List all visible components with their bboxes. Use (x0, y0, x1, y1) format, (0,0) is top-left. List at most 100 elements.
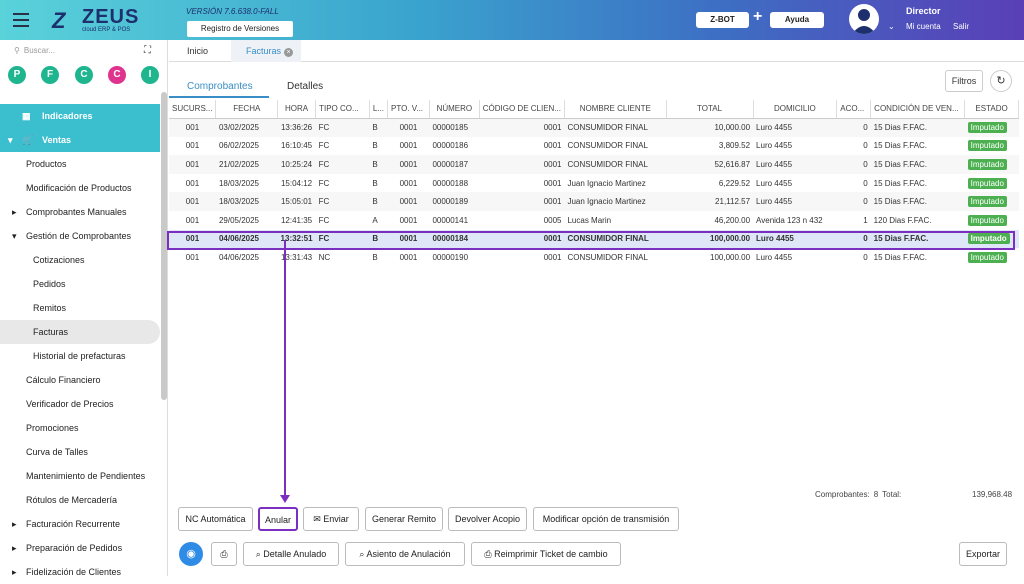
sidebar-item-facturas[interactable]: Facturas (0, 320, 160, 344)
sidebar-search[interactable]: ⚲ Buscar... (10, 46, 150, 60)
col-numero[interactable]: NÚMERO (429, 100, 480, 119)
table-cell: 001 (185, 215, 200, 225)
plus-icon: + (753, 8, 763, 25)
sidebar-item-productos[interactable]: Productos (0, 152, 160, 176)
col-codigo-cliente[interactable]: CÓDIGO DE CLIEN... (479, 100, 565, 119)
table-cell: 0001 (387, 192, 430, 211)
col-domicilio[interactable]: DOMICILIO (753, 100, 838, 119)
cart-icon: 🛒 (22, 135, 34, 145)
table-cell: Avenida 123 n 432 (756, 215, 823, 225)
table-row[interactable]: 001 06/02/2025 16:10:45 FC B 0001 00000186 0001… (169, 137, 1019, 156)
table-cell: Imputado (964, 118, 1019, 137)
mail-icon: ✉ (313, 514, 321, 524)
sidebar-item-label: Indicadores (42, 111, 93, 121)
registro-versiones-button[interactable]: Registro de Versiones (187, 21, 293, 37)
shortcut-i[interactable]: I (141, 66, 159, 84)
sidebar-item-mantenimiento-pendientes[interactable]: Mantenimiento de Pendientes (0, 464, 160, 488)
sidebar-item-curva-talles[interactable]: Curva de Talles (0, 440, 160, 464)
print-button[interactable]: ⎙ (211, 542, 237, 566)
table-cell: 12:41:35 (280, 215, 313, 225)
sidebar-item-verificador-precios[interactable]: Verificador de Precios (0, 392, 160, 416)
col-condicion-venta[interactable]: CONDICIÓN DE VEN... (870, 100, 966, 119)
sidebar-item-rotulos-mercaderia[interactable]: Rótulos de Mercadería (0, 488, 160, 512)
anular-button[interactable]: Anular (258, 507, 298, 531)
table-row[interactable]: 001 18/03/2025 15:04:12 FC B 0001 00000188 0001… (169, 174, 1019, 193)
sidebar-scrollbar[interactable] (161, 92, 167, 400)
sidebar-item-cotizaciones[interactable]: Cotizaciones (0, 248, 160, 272)
zbot-button[interactable]: Z-BOT (696, 12, 749, 28)
col-total[interactable]: TOTAL (666, 100, 754, 119)
sidebar-item-historial-prefacturas[interactable]: Historial de prefacturas (0, 344, 160, 368)
shortcut-f[interactable]: F (41, 66, 59, 84)
col-acopio[interactable]: ACO... (836, 100, 872, 119)
chevron-down-icon[interactable]: ⌄ (888, 22, 895, 31)
sidebar-item-modificacion-productos[interactable]: Modificación de Productos (0, 176, 160, 200)
table-row[interactable]: 001 29/05/2025 12:41:35 FC A 0001 00000141 0005… (169, 211, 1019, 230)
sidebar-item-facturacion-recurrente[interactable]: ▸ Facturación Recurrente (0, 512, 160, 536)
hamburger-menu-icon[interactable] (13, 13, 29, 27)
modificar-transmision-button[interactable]: Modificar opción de transmisión (533, 507, 679, 531)
table-cell: 0001 (399, 252, 418, 262)
subtab-detalles[interactable]: Detalles (287, 81, 323, 92)
shortcut-p[interactable]: P (8, 66, 26, 84)
table-cell: Luro 4455 (756, 178, 793, 188)
reimprimir-ticket-button[interactable]: ⎙ Reimprimir Ticket de cambio (471, 542, 621, 566)
devolver-acopio-button[interactable]: Devolver Acopio (448, 507, 527, 531)
search-input[interactable]: Buscar... (24, 46, 55, 55)
tab-inicio[interactable]: Inicio (187, 40, 227, 62)
table-cell: Luro 4455 (756, 141, 793, 151)
table-cell: Imputado (964, 155, 1019, 174)
sidebar-item-calculo-financiero[interactable]: Cálculo Financiero (0, 368, 160, 392)
salir-link[interactable]: Salir (953, 22, 969, 31)
asiento-anulacion-label: Asiento de Anulación (366, 549, 451, 559)
col-fecha[interactable]: FECHA (215, 100, 279, 119)
sidebar-item-comprobantes-manuales[interactable]: ▸ Comprobantes Manuales (0, 200, 160, 224)
exportar-button[interactable]: Exportar (959, 542, 1007, 566)
filtros-button[interactable]: Filtros (945, 70, 983, 92)
table-cell: FC (315, 155, 370, 174)
eye-icon[interactable]: ◉ (179, 542, 203, 566)
close-tab-icon[interactable]: × (284, 48, 294, 57)
sidebar-item-gestion-comprobantes[interactable]: ▾ Gestión de Comprobantes (0, 224, 160, 248)
zeus-logo-mark: Z (52, 8, 66, 33)
table-cell: 0001 (479, 155, 565, 174)
refresh-icon[interactable]: ↻ (990, 70, 1012, 92)
col-sucursal[interactable]: SUCURS... (169, 100, 217, 119)
ayuda-button[interactable]: Ayuda (770, 12, 824, 28)
table-cell: B (369, 118, 388, 137)
nc-automatica-button[interactable]: NC Automática (178, 507, 253, 531)
table-cell: 0001 (399, 178, 418, 188)
asiento-anulacion-button[interactable]: ⌕ Asiento de Anulación (345, 542, 465, 566)
user-avatar-icon[interactable] (849, 4, 879, 34)
sidebar-item-fidelizacion-clientes[interactable]: ▸ Fidelización de Clientes (0, 560, 160, 584)
col-pto-venta[interactable]: PTO. V... (387, 100, 430, 119)
subtab-comprobantes[interactable]: Comprobantes (187, 81, 253, 92)
table-cell: 001 (185, 252, 200, 262)
table-row[interactable]: 001 03/02/2025 13:36:26 FC B 0001 00000185 0001… (169, 118, 1019, 137)
sidebar-item-promociones[interactable]: Promociones (0, 416, 160, 440)
col-letra[interactable]: L... (369, 100, 389, 119)
table-cell: 15:04:12 (280, 178, 313, 188)
fullscreen-icon[interactable]: ⛶ (144, 45, 151, 56)
col-tipo[interactable]: TIPO CO... (315, 100, 370, 119)
enviar-button[interactable]: ✉ Enviar (303, 507, 359, 531)
generar-remito-button[interactable]: Generar Remito (365, 507, 443, 531)
tab-facturas[interactable]: Facturas × (231, 40, 301, 62)
col-hora[interactable]: HORA (277, 100, 317, 119)
table-row[interactable]: 001 04/06/2025 13:32:51 FC B 0001 00000184 0001… (169, 229, 1019, 249)
col-nombre-cliente[interactable]: NOMBRE CLIENTE (564, 100, 667, 119)
annotation-arrow-head (280, 495, 290, 503)
sidebar-item-preparacion-pedidos[interactable]: ▸ Preparación de Pedidos (0, 536, 160, 560)
mi-cuenta-link[interactable]: Mi cuenta (906, 22, 941, 31)
table-row[interactable]: 001 04/06/2025 13:31:43 NC B 0001 00000190 0001… (169, 248, 1019, 267)
shortcut-c[interactable]: C (75, 66, 93, 84)
detalle-anulado-button[interactable]: ⌕ Detalle Anulado (243, 542, 339, 566)
shortcut-c2[interactable]: C (108, 66, 126, 84)
sidebar-item-pedidos[interactable]: Pedidos (0, 272, 160, 296)
sidebar-item-ventas[interactable]: ▾ 🛒 Ventas (0, 128, 160, 152)
sidebar-item-remitos[interactable]: Remitos (0, 296, 160, 320)
sidebar-item-indicadores[interactable]: ▦ Indicadores (0, 104, 160, 128)
col-estado[interactable]: ESTADO (964, 100, 1019, 119)
table-row[interactable]: 001 18/03/2025 15:05:01 FC B 0001 00000189 0001… (169, 192, 1019, 211)
table-row[interactable]: 001 21/02/2025 10:25:24 FC B 0001 00000187 0001… (169, 155, 1019, 174)
